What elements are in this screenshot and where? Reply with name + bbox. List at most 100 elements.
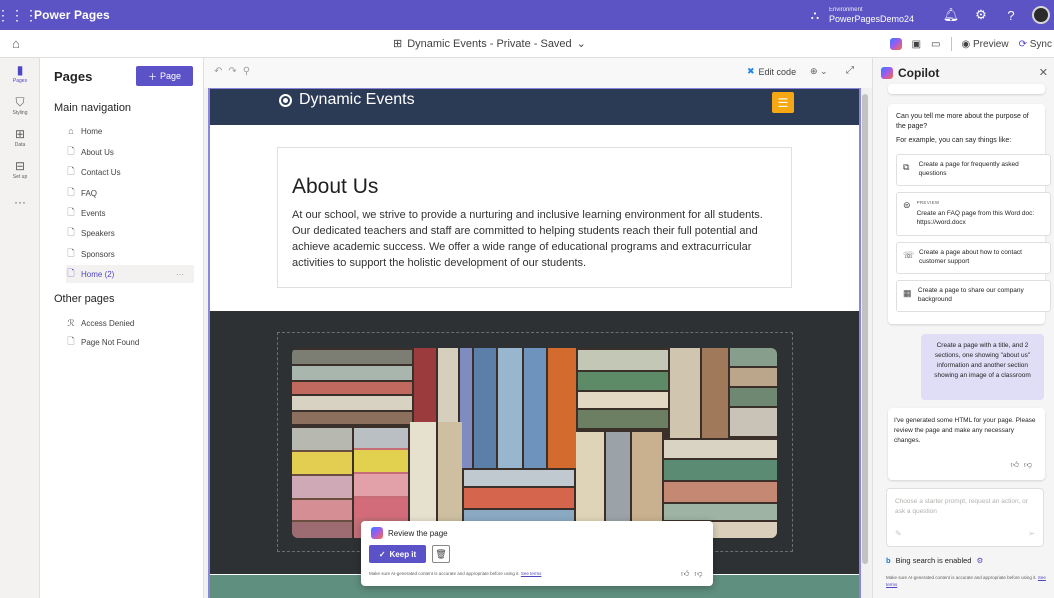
copilot-icon[interactable] [889,38,902,50]
add-page-label: Page [159,71,182,81]
sync-button[interactable]: ⟳ Sync [1019,39,1052,50]
bing-status: b Bing search is enabled ⚙ [886,556,983,565]
undo-redo-icons[interactable]: ↶↷⚲ [214,66,256,77]
keep-it-label: Keep it [389,549,417,559]
suggestion-company-background[interactable]: ▦ Create a page to share our company bac… [896,280,1051,312]
rail-label: Pages [12,78,28,84]
rail-item-styling[interactable]: ⛉ Styling [0,90,40,122]
other-pages-heading: Other pages [54,293,115,305]
brush-icon: ⛉ [15,95,25,109]
rail-label: Data [14,142,26,148]
more-options-icon[interactable]: ··· [176,270,184,279]
copilot-intro-card: Can you tell me more about the purpose o… [888,104,1051,324]
page-icon: 🗋 [67,166,75,176]
page-icon: 🗋 [67,248,75,258]
rail-label: Styling [12,110,28,116]
copilot-title: Copilot [898,66,940,80]
page-item-label: Home (2) [81,269,115,279]
site-status-menu[interactable]: ⊞ Dynamic Events - Private - Saved ⌄ [393,37,586,51]
home-icon: ⌂ [68,126,74,136]
home-icon[interactable]: ⌂ [12,36,20,51]
copilot-response-text: I've generated some HTML for your page. … [894,417,1036,444]
expand-icon[interactable]: ⤢ [846,65,854,76]
page-item-label: Page Not Found [81,337,140,347]
zoom-icon[interactable]: ⊕ ⌄ [810,66,828,77]
edit-code-label: Edit code [758,66,797,77]
page-item-home[interactable]: ⌂ Home [66,122,194,140]
previous-message-card [888,84,1045,94]
page-item-events[interactable]: 🗋 Events [66,204,194,222]
rail-item-pages[interactable]: ▮ Pages [0,58,40,90]
site-brand-name: Dynamic Events [299,91,415,108]
site-header: Dynamic Events ☰ [210,89,859,125]
keep-it-button[interactable]: ✓ Keep it [369,545,426,563]
copilot-response-card: I've generated some HTML for your page. … [888,408,1045,480]
see-terms-link[interactable]: See terms [521,571,542,576]
scrollbar-thumb[interactable] [862,94,868,564]
site-bar: ⌂ ⊞ Dynamic Events - Private - Saved ⌄ ▣… [0,30,1054,58]
site-icon: ⊞ [393,38,403,50]
left-rail: ▮ Pages ⛉ Styling ⊞ Data ⊟ Set up ··· [0,58,40,598]
more-icon: ··· [14,195,26,209]
canvas-scrollbar[interactable] [861,88,869,598]
environment-name: PowerPagesDemo24 [828,14,914,24]
hamburger-menu-icon[interactable]: ☰ [772,92,794,113]
add-page-button[interactable]: ＋ Page [136,66,193,86]
page-item-page-not-found[interactable]: 🗋 Page Not Found [66,333,194,351]
page-item-home-2[interactable]: 🗋 Home (2) ··· [66,265,194,283]
gear-icon[interactable]: ⚙ [966,7,996,23]
page-icon: 🗋 [67,187,75,197]
page-item-label: Home [81,126,103,136]
preview-button[interactable]: ◉ Preview [962,39,1009,50]
feedback-icons[interactable]: 👍︎👎︎ [681,569,707,579]
edit-code-button[interactable]: ✖ Edit code [747,66,796,77]
suggestion-contact-support[interactable]: ☏ Create a page about how to contact cus… [896,242,1051,274]
environment-icon[interactable]: ⛬ [805,8,825,23]
copilot-input[interactable]: Choose a starter prompt, request an acti… [886,488,1044,547]
comment-icon[interactable]: ▭ [931,39,940,50]
tablet-icon[interactable]: ▣ [912,39,921,50]
page-item-access-denied[interactable]: ℛ Access Denied [66,314,194,332]
site-logo-icon [279,93,292,107]
preview-label: Preview [973,38,1009,50]
about-section[interactable]: About Us At our school, we strive to pro… [277,147,792,288]
environment-picker[interactable]: Environment PowerPagesDemo24 [829,6,914,24]
checkmark-icon: ✓ [378,549,386,559]
copilot-examples-intro: For example, you can say things like: [896,137,1012,144]
send-icon[interactable]: ➢ [1028,529,1035,538]
settings-icon[interactable]: ⚙ [976,556,983,565]
delete-icon[interactable]: 🗑︎ [432,545,450,563]
page-item-about-us[interactable]: 🗋 About Us [66,143,194,161]
table-icon: ⊞ [14,127,26,141]
vscode-icon: ✖ [747,66,755,76]
rail-item-data[interactable]: ⊞ Data [0,122,40,154]
page-icon: 🗋 [67,227,75,237]
environment-label: Environment [828,7,863,13]
app-name[interactable]: Power Pages [34,8,110,22]
page-item-speakers[interactable]: 🗋 Speakers [66,224,194,242]
page-item-faq[interactable]: 🗋 FAQ [66,184,194,202]
feedback-icons[interactable]: 👍︎👎︎ [1011,460,1037,470]
avatar[interactable] [1032,6,1050,24]
review-disclaimer-text: Make sure AI-generated content is accura… [369,571,520,576]
sync-label: Sync [1029,38,1052,50]
main-navigation-heading: Main navigation [54,102,132,114]
suggestion-faq-page[interactable]: ⧉ Create a page for frequently asked que… [896,154,1051,186]
page-item-label: Contact Us [81,167,121,177]
rail-more-button[interactable]: ··· [0,186,40,218]
user-message: Create a page with a title, and 2 sectio… [921,334,1044,400]
suggestion-faq-from-word[interactable]: ⊜ PREVIEW Create an FAQ page from this Wo… [896,192,1051,236]
rail-item-setup[interactable]: ⊟ Set up [0,154,40,186]
page-item-contact-us[interactable]: 🗋 Contact Us [66,163,194,181]
page-icon: ▮ [16,63,24,77]
page-item-sponsors[interactable]: 🗋 Sponsors [66,245,194,263]
attach-icon[interactable]: ✎ [895,529,902,538]
help-icon[interactable]: ? [996,8,1026,23]
app-launcher-icon[interactable]: ⋮⋮⋮ [0,0,38,30]
building-icon: ▦ [903,288,912,298]
page-error-icon: 🗋 [67,336,75,346]
close-icon[interactable]: ✕ [1039,66,1048,79]
site-brand[interactable]: Dynamic Events [279,91,415,109]
books-image[interactable] [292,348,777,538]
bell-icon[interactable]: 🔔︎ [936,7,966,23]
